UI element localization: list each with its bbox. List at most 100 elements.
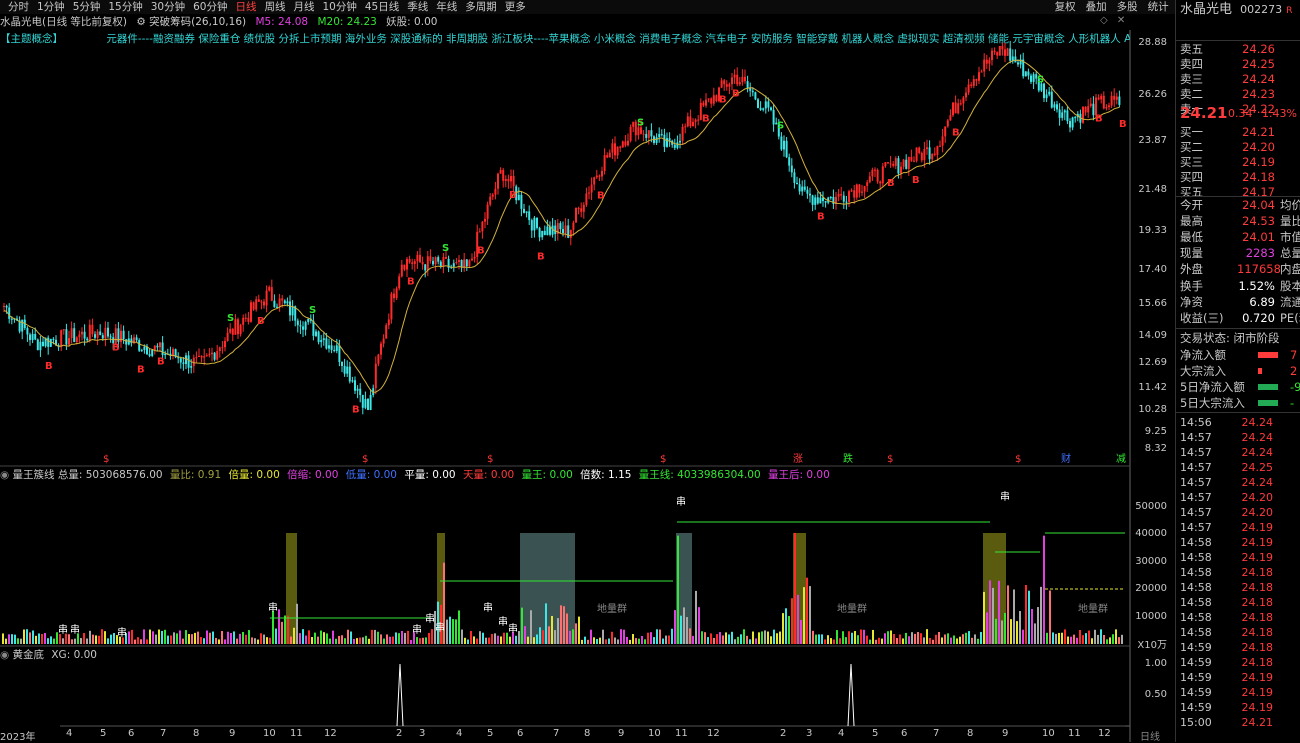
volume-bar bbox=[266, 637, 268, 644]
chart-canvas[interactable]: BBBBS BSBBS BBBBS BBBSBB BBSBB$ $ $ $ 涨跌 $ $ 财减串串串串… bbox=[0, 0, 1175, 742]
volume-bar bbox=[1019, 611, 1021, 644]
candle-body bbox=[257, 299, 260, 302]
volume-bar bbox=[764, 630, 766, 644]
tick-price: 24.19 bbox=[1241, 521, 1274, 534]
candle-body bbox=[81, 331, 83, 335]
volume-bar bbox=[860, 629, 862, 644]
volume-bar bbox=[1073, 634, 1075, 644]
circle-icon[interactable]: ◉ bbox=[0, 469, 9, 481]
volume-bar bbox=[845, 637, 847, 644]
volume-bar bbox=[722, 635, 724, 644]
date-tick-label: 3 bbox=[806, 728, 813, 739]
date-tick-label: 12 bbox=[707, 728, 720, 739]
candle-body bbox=[980, 71, 983, 73]
candle-body bbox=[767, 101, 770, 108]
xg-indicator-name[interactable]: 黄金底 bbox=[13, 649, 45, 661]
divider bbox=[1176, 196, 1300, 197]
volume-bar bbox=[995, 618, 997, 644]
candle-body bbox=[988, 60, 991, 64]
candle-body bbox=[442, 257, 445, 267]
candle-body bbox=[234, 319, 237, 335]
buy-marker: B bbox=[702, 114, 710, 125]
candle-body bbox=[697, 119, 700, 121]
candle-body bbox=[403, 264, 406, 270]
date-tick-label: 11 bbox=[290, 728, 303, 739]
volume-bar bbox=[707, 637, 709, 644]
candle-body bbox=[307, 318, 310, 323]
candle-body bbox=[99, 331, 102, 336]
candle-body bbox=[972, 79, 975, 86]
vol-indicator-name[interactable]: 量王簇线 bbox=[13, 469, 55, 481]
volume-bar bbox=[935, 634, 937, 644]
volume-bar bbox=[257, 639, 259, 644]
volume-bar bbox=[893, 633, 895, 644]
vol-tianliang: 天量: 0.00 bbox=[462, 469, 515, 481]
volume-bar bbox=[848, 631, 850, 644]
volume-bar bbox=[842, 631, 844, 644]
flow-row: 大宗流入 2 bbox=[1180, 364, 1300, 379]
candle-body bbox=[354, 380, 356, 391]
event-marker: $ bbox=[1015, 454, 1021, 465]
candle-body bbox=[1115, 96, 1118, 100]
volume-bar bbox=[74, 638, 76, 644]
volume-bar bbox=[1043, 535, 1045, 644]
volume-bar bbox=[1049, 590, 1051, 644]
volume-bar bbox=[1091, 638, 1093, 644]
period-indicator: 日线 bbox=[1140, 732, 1160, 743]
circle-icon[interactable]: ◉ bbox=[0, 649, 9, 661]
volume-bar bbox=[557, 618, 559, 644]
volume-bar bbox=[80, 638, 82, 644]
xg-tick-label: 0.50 bbox=[1144, 689, 1167, 700]
candle-body bbox=[1097, 97, 1100, 100]
ask-row-label: 卖四 bbox=[1180, 57, 1203, 71]
volume-bar bbox=[29, 632, 31, 644]
volume-bar bbox=[785, 608, 787, 644]
candle-body bbox=[616, 146, 619, 156]
candle-body bbox=[226, 332, 229, 341]
tick-row: 14:58 24.18 bbox=[1180, 595, 1300, 610]
tick-time: 14:57 bbox=[1180, 446, 1212, 459]
date-tick-label: 11 bbox=[675, 728, 688, 739]
price-tick-label: 14.09 bbox=[1138, 330, 1167, 341]
candle-body bbox=[273, 300, 276, 308]
date-tick-label: 5 bbox=[872, 728, 879, 739]
volume-bar bbox=[173, 632, 175, 644]
volume-bar bbox=[905, 632, 907, 644]
candle-body bbox=[530, 220, 533, 231]
candle-body bbox=[679, 140, 681, 143]
candle-body bbox=[26, 328, 29, 335]
volume-bar bbox=[1028, 590, 1030, 644]
candle-body bbox=[585, 193, 588, 205]
volume-bar bbox=[956, 638, 958, 644]
chuan-label: 串 bbox=[498, 616, 508, 628]
volume-bar bbox=[689, 628, 691, 644]
tick-time: 14:57 bbox=[1180, 491, 1212, 504]
stat-row: 换手 1.52% 股本 bbox=[1180, 279, 1300, 294]
candle-body bbox=[494, 188, 497, 195]
flow-row: 净流入额 7 bbox=[1180, 348, 1300, 363]
volume-bar bbox=[890, 630, 892, 644]
volume-tick-label: 40000 bbox=[1135, 528, 1167, 539]
volume-bar bbox=[731, 631, 733, 644]
candle-body bbox=[104, 327, 107, 339]
stat-row-ext: 股本 bbox=[1280, 279, 1300, 293]
stat-row-value: 0.720 bbox=[1242, 311, 1275, 325]
buy-marker: B bbox=[407, 276, 415, 287]
volume-bar bbox=[734, 639, 736, 644]
candle-body bbox=[736, 74, 739, 85]
candle-body bbox=[432, 260, 434, 265]
candle-body bbox=[143, 346, 146, 350]
volume-bar bbox=[998, 580, 1000, 644]
volume-bar bbox=[782, 613, 784, 644]
ask-row-label: 卖五 bbox=[1180, 42, 1203, 56]
volume-bar bbox=[542, 630, 544, 644]
candle-body bbox=[200, 355, 203, 358]
volume-bar bbox=[290, 636, 292, 644]
volume-bar bbox=[701, 631, 703, 644]
volume-bar bbox=[761, 631, 763, 644]
candle-body bbox=[73, 328, 76, 343]
candle-body bbox=[894, 158, 897, 166]
candle-body bbox=[959, 103, 962, 105]
volume-bar bbox=[671, 628, 673, 644]
volume-bar bbox=[194, 632, 196, 644]
